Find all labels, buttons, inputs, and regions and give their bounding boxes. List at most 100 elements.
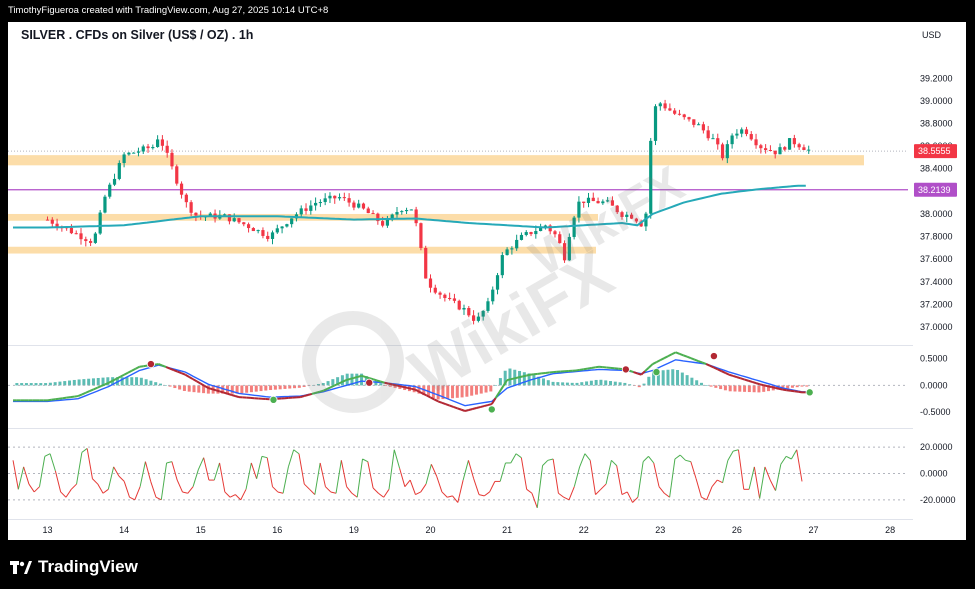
candle (802, 147, 806, 151)
macd-line-segment (644, 366, 650, 372)
macd-histogram-bar (585, 381, 589, 386)
candle (79, 233, 83, 240)
candle (658, 103, 662, 107)
macd-line-segment (77, 393, 83, 397)
oscillator-line-segment (298, 453, 305, 485)
macd-histogram-bar (738, 385, 742, 392)
oscillator-line-segment (441, 491, 448, 498)
oscillator-line-segment (235, 494, 242, 501)
price-tick-label: 39.2000 (920, 73, 953, 83)
oscillator-line-segment (139, 461, 146, 487)
macd-histogram-bar (699, 382, 703, 386)
macd-histogram-bar (24, 383, 28, 386)
candle (352, 202, 356, 208)
macd-line-segment (115, 375, 121, 380)
macd-histogram-bar (489, 385, 493, 392)
time-tick-label: 16 (272, 525, 282, 535)
oscillator-line-segment (129, 496, 136, 501)
oscillator-line-segment (245, 462, 252, 490)
oscillator-line-segment (648, 456, 655, 464)
macd-histogram-bar (87, 378, 91, 386)
candle (730, 135, 734, 145)
macd-histogram-bar (178, 385, 182, 390)
macd-histogram-bar (723, 385, 727, 391)
oscillator-line-segment (240, 489, 247, 501)
macd-line-segment (694, 358, 699, 363)
oscillator-line-segment (28, 483, 35, 493)
oscillator-line-segment (393, 449, 401, 469)
macd-line-segment (215, 389, 221, 393)
macd-histogram-bar (192, 385, 196, 393)
macd-histogram-bar (690, 377, 694, 386)
macd-histogram-bar (269, 385, 273, 391)
oscillator-line-segment (589, 460, 596, 495)
oscillator-line-segment (430, 464, 438, 477)
candle (141, 146, 145, 152)
candle (290, 218, 294, 225)
macd-histogram-bar (355, 373, 359, 386)
candle (179, 183, 184, 195)
tradingview-logo[interactable]: TradingView (10, 557, 138, 577)
candle (84, 239, 88, 242)
oscillator-line-segment (346, 486, 353, 494)
currency-label: USD (922, 30, 942, 40)
macd-histogram-bar (254, 385, 258, 392)
oscillator-line-segment (171, 461, 178, 481)
macd-line-segment (70, 395, 75, 399)
oscillator-line-segment (60, 491, 67, 498)
macd-histogram-bar (805, 385, 809, 387)
candle (127, 152, 131, 155)
macd-line-segment (633, 371, 638, 375)
oscillator-line-segment (642, 456, 649, 462)
candle (112, 178, 117, 185)
macd-line-segment (464, 409, 470, 412)
oscillator-line-segment (293, 449, 300, 455)
macd-histogram-bar (541, 378, 545, 386)
macd-line-segment (679, 352, 684, 357)
macd-line-segment (798, 390, 803, 394)
macd-line-segment (648, 363, 654, 369)
candle (93, 233, 97, 243)
macd-line-segment (453, 405, 458, 410)
macd-cross-marker (269, 395, 278, 404)
macd-histogram-bar (508, 368, 512, 386)
oscillator-line-segment (568, 486, 575, 501)
oscillator-line-segment (510, 453, 517, 464)
oscillator-line-segment (282, 466, 289, 494)
chart-area[interactable]: USD39.200039.000038.800038.600038.400038… (8, 22, 966, 540)
oscillator-line-segment (674, 454, 681, 460)
oscillator-line-segment (356, 458, 364, 498)
macd-line-segment (663, 355, 669, 360)
candle (88, 241, 93, 243)
candle (361, 203, 366, 209)
oscillator-line-segment (404, 479, 411, 487)
candle (787, 138, 792, 150)
macd-histogram-bar (474, 385, 478, 395)
oscillator-line-segment (748, 466, 755, 490)
macd-line-segment (786, 389, 791, 392)
price-tick-label: 37.4000 (920, 277, 953, 287)
chart-svg[interactable]: USD39.200039.000038.800038.600038.400038… (8, 22, 966, 540)
candle (117, 163, 121, 179)
macd-line-segment (58, 397, 63, 400)
macd-tick-label: 0.5000 (920, 354, 948, 364)
oscillator-line-segment (690, 461, 697, 479)
macd-line-segment (480, 405, 485, 409)
oscillator-line-segment (520, 457, 528, 490)
macd-cross-marker (805, 388, 814, 397)
macd-line-segment (794, 390, 799, 393)
candle (725, 144, 729, 159)
oscillator-line-segment (542, 459, 549, 466)
macd-histogram-bar (532, 375, 536, 386)
macd-line-segment (468, 408, 473, 411)
candle (342, 197, 346, 199)
macd-line-segment (227, 392, 232, 396)
candle (151, 147, 155, 149)
candle (246, 224, 251, 229)
macd-histogram-bar (139, 377, 143, 386)
candle (232, 218, 236, 222)
oscillator-line-segment (229, 494, 236, 498)
footer: TradingView (0, 540, 975, 589)
macd-line-segment (365, 375, 370, 380)
oscillator-line-segment (616, 465, 623, 495)
